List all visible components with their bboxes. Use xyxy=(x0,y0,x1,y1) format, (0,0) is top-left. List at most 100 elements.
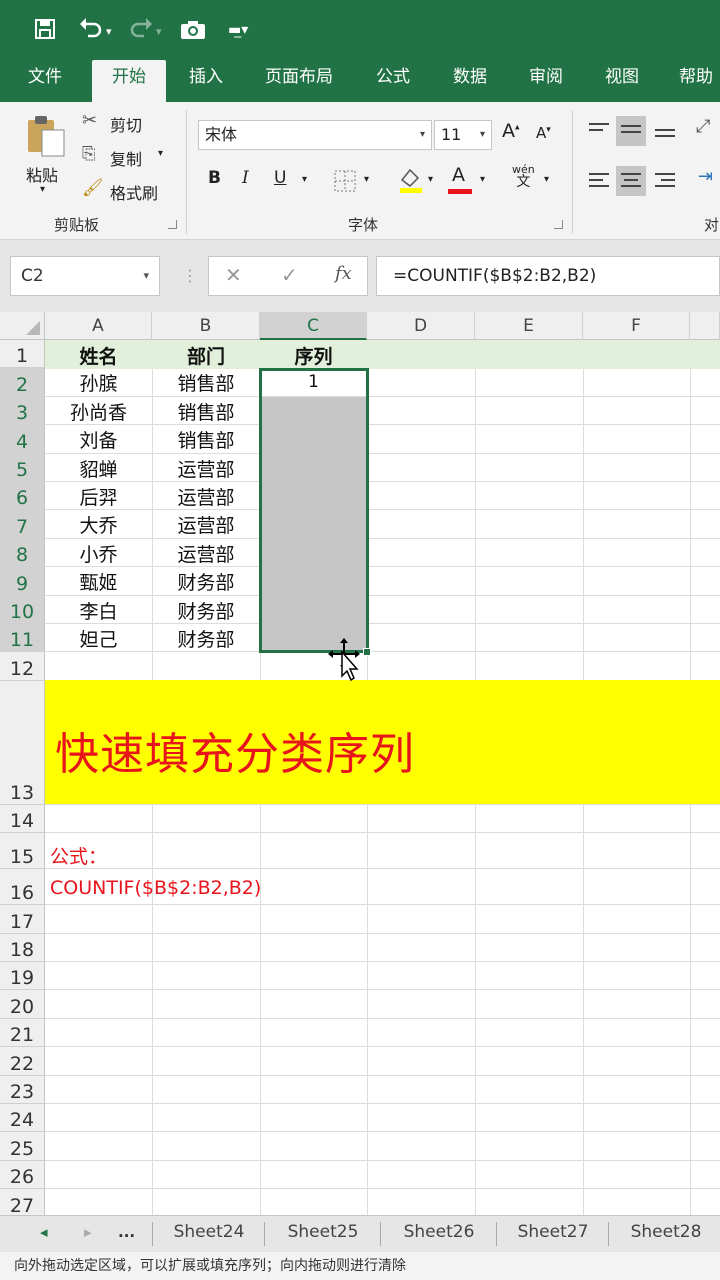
paste-dropdown-icon[interactable]: ▾ xyxy=(40,184,45,195)
cell-a4[interactable]: 刘备 xyxy=(45,426,152,453)
cell-a15[interactable]: 公式： xyxy=(50,842,107,869)
row-header-1[interactable]: 1 xyxy=(0,340,45,369)
format-painter-button[interactable]: 格式刷 xyxy=(110,180,158,204)
cell-b7[interactable]: 运营部 xyxy=(152,511,260,538)
cell-b9[interactable]: 财务部 xyxy=(152,568,260,595)
camera-icon[interactable] xyxy=(180,20,206,40)
enter-icon[interactable]: ✓ xyxy=(281,263,298,287)
cut-button[interactable]: 剪切 xyxy=(110,112,142,136)
cell-a5[interactable]: 貂蝉 xyxy=(45,455,152,482)
column-header-b[interactable]: B xyxy=(152,312,260,340)
undo-icon[interactable] xyxy=(78,16,104,40)
sheet-prev-icon[interactable]: ◂ xyxy=(40,1216,48,1248)
tab-review[interactable]: 审阅 xyxy=(516,60,576,102)
row-header-18[interactable]: 18 xyxy=(0,933,45,962)
align-bottom-button[interactable] xyxy=(650,116,680,146)
column-header-g[interactable] xyxy=(690,312,720,340)
column-header-f[interactable]: F xyxy=(583,312,690,340)
copy-button[interactable]: 复制 xyxy=(110,146,142,170)
cell-a1[interactable]: 姓名 xyxy=(45,342,152,368)
column-header-d[interactable]: D xyxy=(367,312,475,340)
tab-data[interactable]: 数据 xyxy=(440,60,500,102)
cell-c1[interactable]: 序列 xyxy=(260,342,367,368)
cell-a9[interactable]: 甄姬 xyxy=(45,568,152,595)
font-size-combo[interactable]: 11 ▾ xyxy=(434,120,492,150)
decrease-font-button[interactable]: A▾ xyxy=(536,124,551,142)
row-header-24[interactable]: 24 xyxy=(0,1104,45,1133)
sheet-tab-26[interactable]: Sheet26 xyxy=(384,1216,494,1252)
copy-dropdown-icon[interactable]: ▾ xyxy=(158,148,163,159)
row-header-26[interactable]: 26 xyxy=(0,1160,45,1190)
worksheet-grid[interactable]: ABCDEF 1 2 3 4 5 6 7 8 9 10 11 12 13 14 15 16 17 18 19 20 21… xyxy=(0,312,720,1215)
row-header-21[interactable]: 21 xyxy=(0,1018,45,1048)
save-icon[interactable] xyxy=(34,18,56,40)
row-header-22[interactable]: 22 xyxy=(0,1047,45,1076)
sheet-tab-27[interactable]: Sheet27 xyxy=(500,1216,606,1252)
cell-a8[interactable]: 小乔 xyxy=(45,540,152,567)
underline-dropdown-icon[interactable]: ▾ xyxy=(302,174,307,185)
customize-icon[interactable]: ▬̲▾ xyxy=(228,14,248,46)
cell-b11[interactable]: 财务部 xyxy=(152,625,260,652)
redo-dropdown-icon[interactable]: ▾ xyxy=(156,16,162,48)
row-header-4[interactable]: 4 xyxy=(0,425,45,454)
fill-handle[interactable] xyxy=(363,648,371,656)
row-header-8[interactable]: 8 xyxy=(0,538,45,568)
cancel-icon[interactable]: ✕ xyxy=(225,263,242,287)
tab-page-layout[interactable]: 页面布局 xyxy=(252,60,346,102)
font-size-dropdown-icon[interactable]: ▾ xyxy=(480,121,485,149)
cell-b3[interactable]: 销售部 xyxy=(152,398,260,425)
row-header-10[interactable]: 10 xyxy=(0,595,45,624)
sheet-tab-24[interactable]: Sheet24 xyxy=(156,1216,262,1252)
column-header-c[interactable]: C xyxy=(260,312,367,340)
phonetic-button[interactable]: wén 文 xyxy=(512,164,535,190)
fill-color-dropdown-icon[interactable]: ▾ xyxy=(428,174,433,185)
fill-color-icon[interactable] xyxy=(398,166,424,194)
align-left-button[interactable] xyxy=(584,166,614,196)
row-header-7[interactable]: 7 xyxy=(0,510,45,539)
paste-icon[interactable] xyxy=(24,112,68,158)
cell-a7[interactable]: 大乔 xyxy=(45,511,152,538)
cut-icon[interactable]: ✂ xyxy=(82,110,97,131)
tab-view[interactable]: 视图 xyxy=(592,60,652,102)
cell-b10[interactable]: 财务部 xyxy=(152,597,260,624)
tab-formulas[interactable]: 公式 xyxy=(362,60,424,102)
row-header-12[interactable]: 12 xyxy=(0,652,45,681)
tab-help[interactable]: 帮助 xyxy=(668,60,720,102)
select-all-corner[interactable] xyxy=(0,312,45,340)
tab-file[interactable]: 文件 xyxy=(14,60,76,102)
sheet-more-button[interactable]: ... xyxy=(118,1216,135,1248)
row-header-23[interactable]: 23 xyxy=(0,1075,45,1104)
indent-icon[interactable]: ⇥ xyxy=(698,166,713,187)
cell-a3[interactable]: 孙尚香 xyxy=(45,398,152,425)
row-header-2[interactable]: 2 xyxy=(0,368,45,397)
cell-b2[interactable]: 销售部 xyxy=(152,369,260,396)
increase-font-button[interactable]: A▴ xyxy=(502,120,520,142)
font-color-dropdown-icon[interactable]: ▾ xyxy=(480,174,485,185)
banner-cell[interactable]: 快速填充分类序列 xyxy=(45,680,720,804)
row-header-13[interactable]: 13 xyxy=(0,680,45,805)
orientation-icon[interactable]: ⤢ xyxy=(696,116,710,137)
row-header-16[interactable]: 16 xyxy=(0,869,45,906)
align-center-button[interactable] xyxy=(616,166,646,196)
row-header-11[interactable]: 11 xyxy=(0,624,45,653)
redo-icon[interactable] xyxy=(128,16,154,40)
font-dialog-launcher[interactable] xyxy=(554,220,563,229)
copy-icon[interactable]: ⎘ xyxy=(82,144,96,164)
cell-a11[interactable]: 妲己 xyxy=(45,625,152,652)
align-top-button[interactable] xyxy=(584,116,614,146)
sheet-tab-28[interactable]: Sheet28 xyxy=(612,1216,720,1252)
sheet-next-icon[interactable]: ▸ xyxy=(84,1216,92,1248)
cell-b1[interactable]: 部门 xyxy=(152,342,260,368)
row-header-9[interactable]: 9 xyxy=(0,567,45,596)
cell-a2[interactable]: 孙膑 xyxy=(45,369,152,396)
cell-b4[interactable]: 销售部 xyxy=(152,426,260,453)
align-middle-button[interactable] xyxy=(616,116,646,146)
row-header-17[interactable]: 17 xyxy=(0,905,45,934)
cell-a10[interactable]: 李白 xyxy=(45,597,152,624)
align-right-button[interactable] xyxy=(650,166,680,196)
row-header-5[interactable]: 5 xyxy=(0,453,45,482)
cell-b6[interactable]: 运营部 xyxy=(152,483,260,510)
name-box[interactable]: C2 ▾ xyxy=(10,256,160,296)
tab-home[interactable]: 开始 xyxy=(92,60,166,102)
border-icon[interactable] xyxy=(334,170,356,192)
